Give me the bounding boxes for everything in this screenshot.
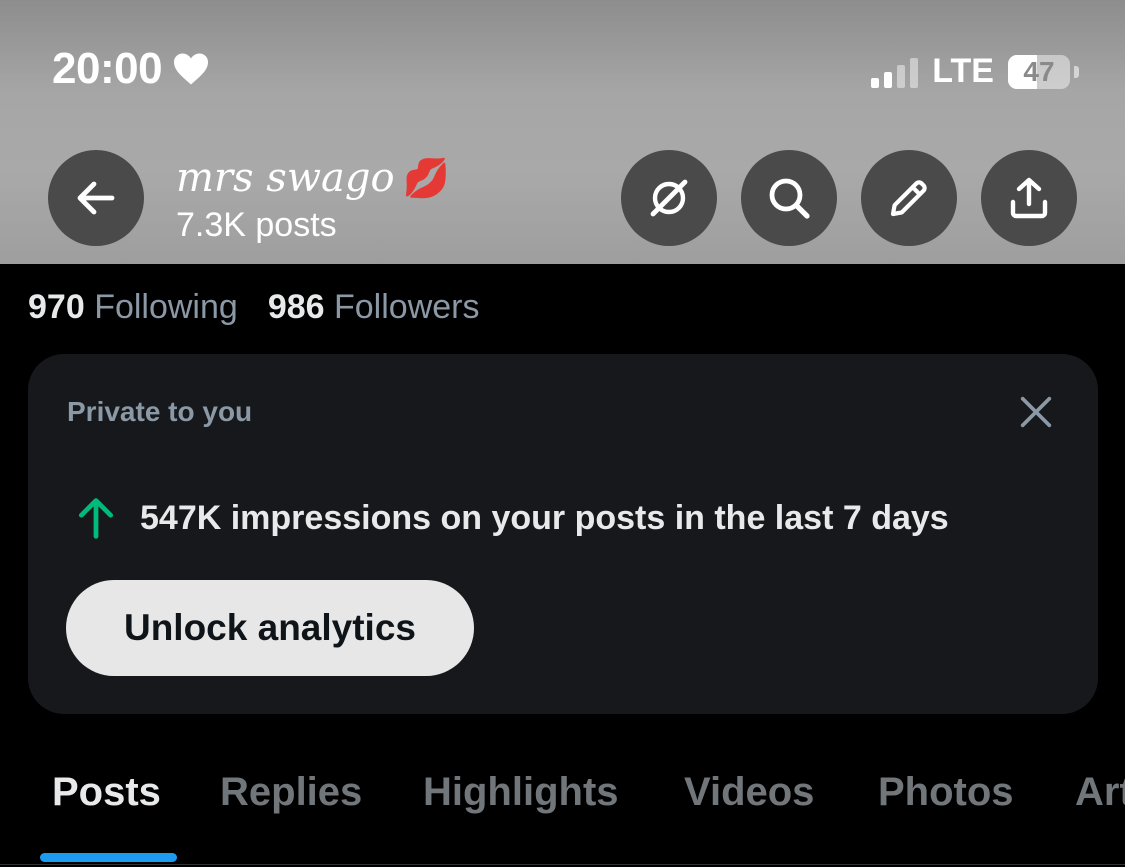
active-tab-indicator	[40, 853, 177, 862]
search-button[interactable]	[741, 150, 837, 246]
battery-icon: 47	[1008, 54, 1070, 89]
grok-button[interactable]	[621, 150, 717, 246]
back-button[interactable]	[48, 150, 144, 246]
profile-name-text: mrs swago	[176, 155, 395, 201]
tab-posts[interactable]: Posts	[52, 770, 161, 815]
analytics-card: Private to you 547K impressions on your …	[28, 354, 1098, 714]
tabs-divider	[0, 864, 1125, 865]
followers-link[interactable]: 986 Followers	[268, 288, 480, 327]
followers-label: Followers	[334, 288, 480, 326]
unlock-analytics-button[interactable]: Unlock analytics	[66, 580, 474, 676]
following-count: 970	[28, 288, 85, 326]
grok-slash-icon	[650, 179, 688, 217]
impressions-stat: 547K impressions on your posts in the la…	[76, 496, 949, 540]
tab-articles[interactable]: Articles	[1075, 770, 1125, 815]
followers-count: 986	[267, 288, 325, 326]
arrow-up-icon	[78, 498, 114, 539]
post-count: 7.3K posts	[176, 206, 337, 244]
tab-replies[interactable]: Replies	[220, 770, 362, 815]
close-icon[interactable]	[1016, 392, 1056, 432]
private-label: Private to you	[67, 396, 253, 427]
heart-icon	[174, 53, 209, 85]
impressions-text: 547K impressions on your posts in the la…	[140, 498, 949, 537]
search-icon	[769, 178, 810, 219]
status-bar-indicators: LTE 47	[871, 52, 1079, 91]
status-time-text: 20:00	[52, 44, 163, 93]
status-bar-time: 20:00	[52, 44, 210, 94]
profile-display-name: mrs swago 💋	[176, 155, 450, 201]
share-icon	[1010, 177, 1048, 219]
network-type: LTE	[932, 52, 994, 90]
signal-strength-icon	[871, 56, 919, 88]
kiss-emoji: 💋	[402, 155, 450, 200]
battery-cap	[1074, 65, 1079, 78]
arrow-left-icon	[77, 181, 115, 215]
tab-photos[interactable]: Photos	[878, 770, 1014, 815]
profile-screen: 20:00 LTE 47 mrs swago 💋 7.3K posts 970 …	[0, 0, 1125, 867]
profile-header: 20:00 LTE 47 mrs swago 💋 7.3K posts	[0, 0, 1125, 264]
battery-level: 47	[1023, 55, 1055, 87]
tab-highlights[interactable]: Highlights	[423, 770, 619, 815]
follow-stats: 970 Following 986 Followers	[28, 288, 479, 327]
following-label: Following	[94, 288, 238, 326]
edit-button[interactable]	[861, 150, 957, 246]
following-link[interactable]: 970 Following	[28, 288, 238, 327]
share-button[interactable]	[981, 150, 1077, 246]
pencil-icon	[890, 180, 927, 217]
tab-videos[interactable]: Videos	[684, 770, 814, 815]
